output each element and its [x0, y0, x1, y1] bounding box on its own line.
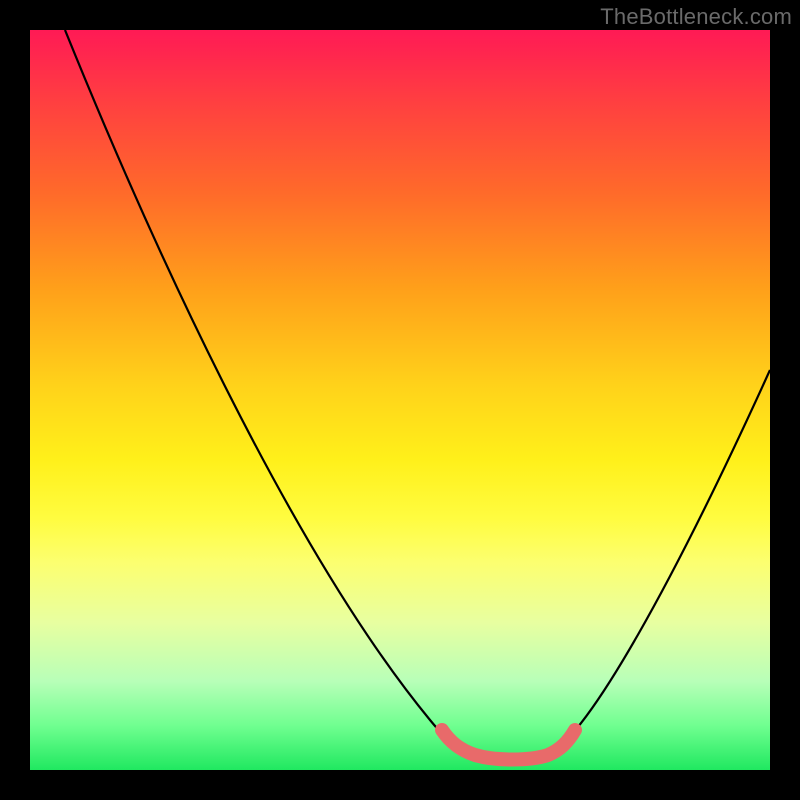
bottleneck-curve-svg [30, 30, 770, 770]
chart-frame: TheBottleneck.com [0, 0, 800, 800]
curve-right [550, 370, 770, 754]
sweet-spot-highlight [442, 730, 575, 760]
watermark-text: TheBottleneck.com [600, 4, 792, 30]
curve-left [65, 30, 480, 756]
plot-area [30, 30, 770, 770]
